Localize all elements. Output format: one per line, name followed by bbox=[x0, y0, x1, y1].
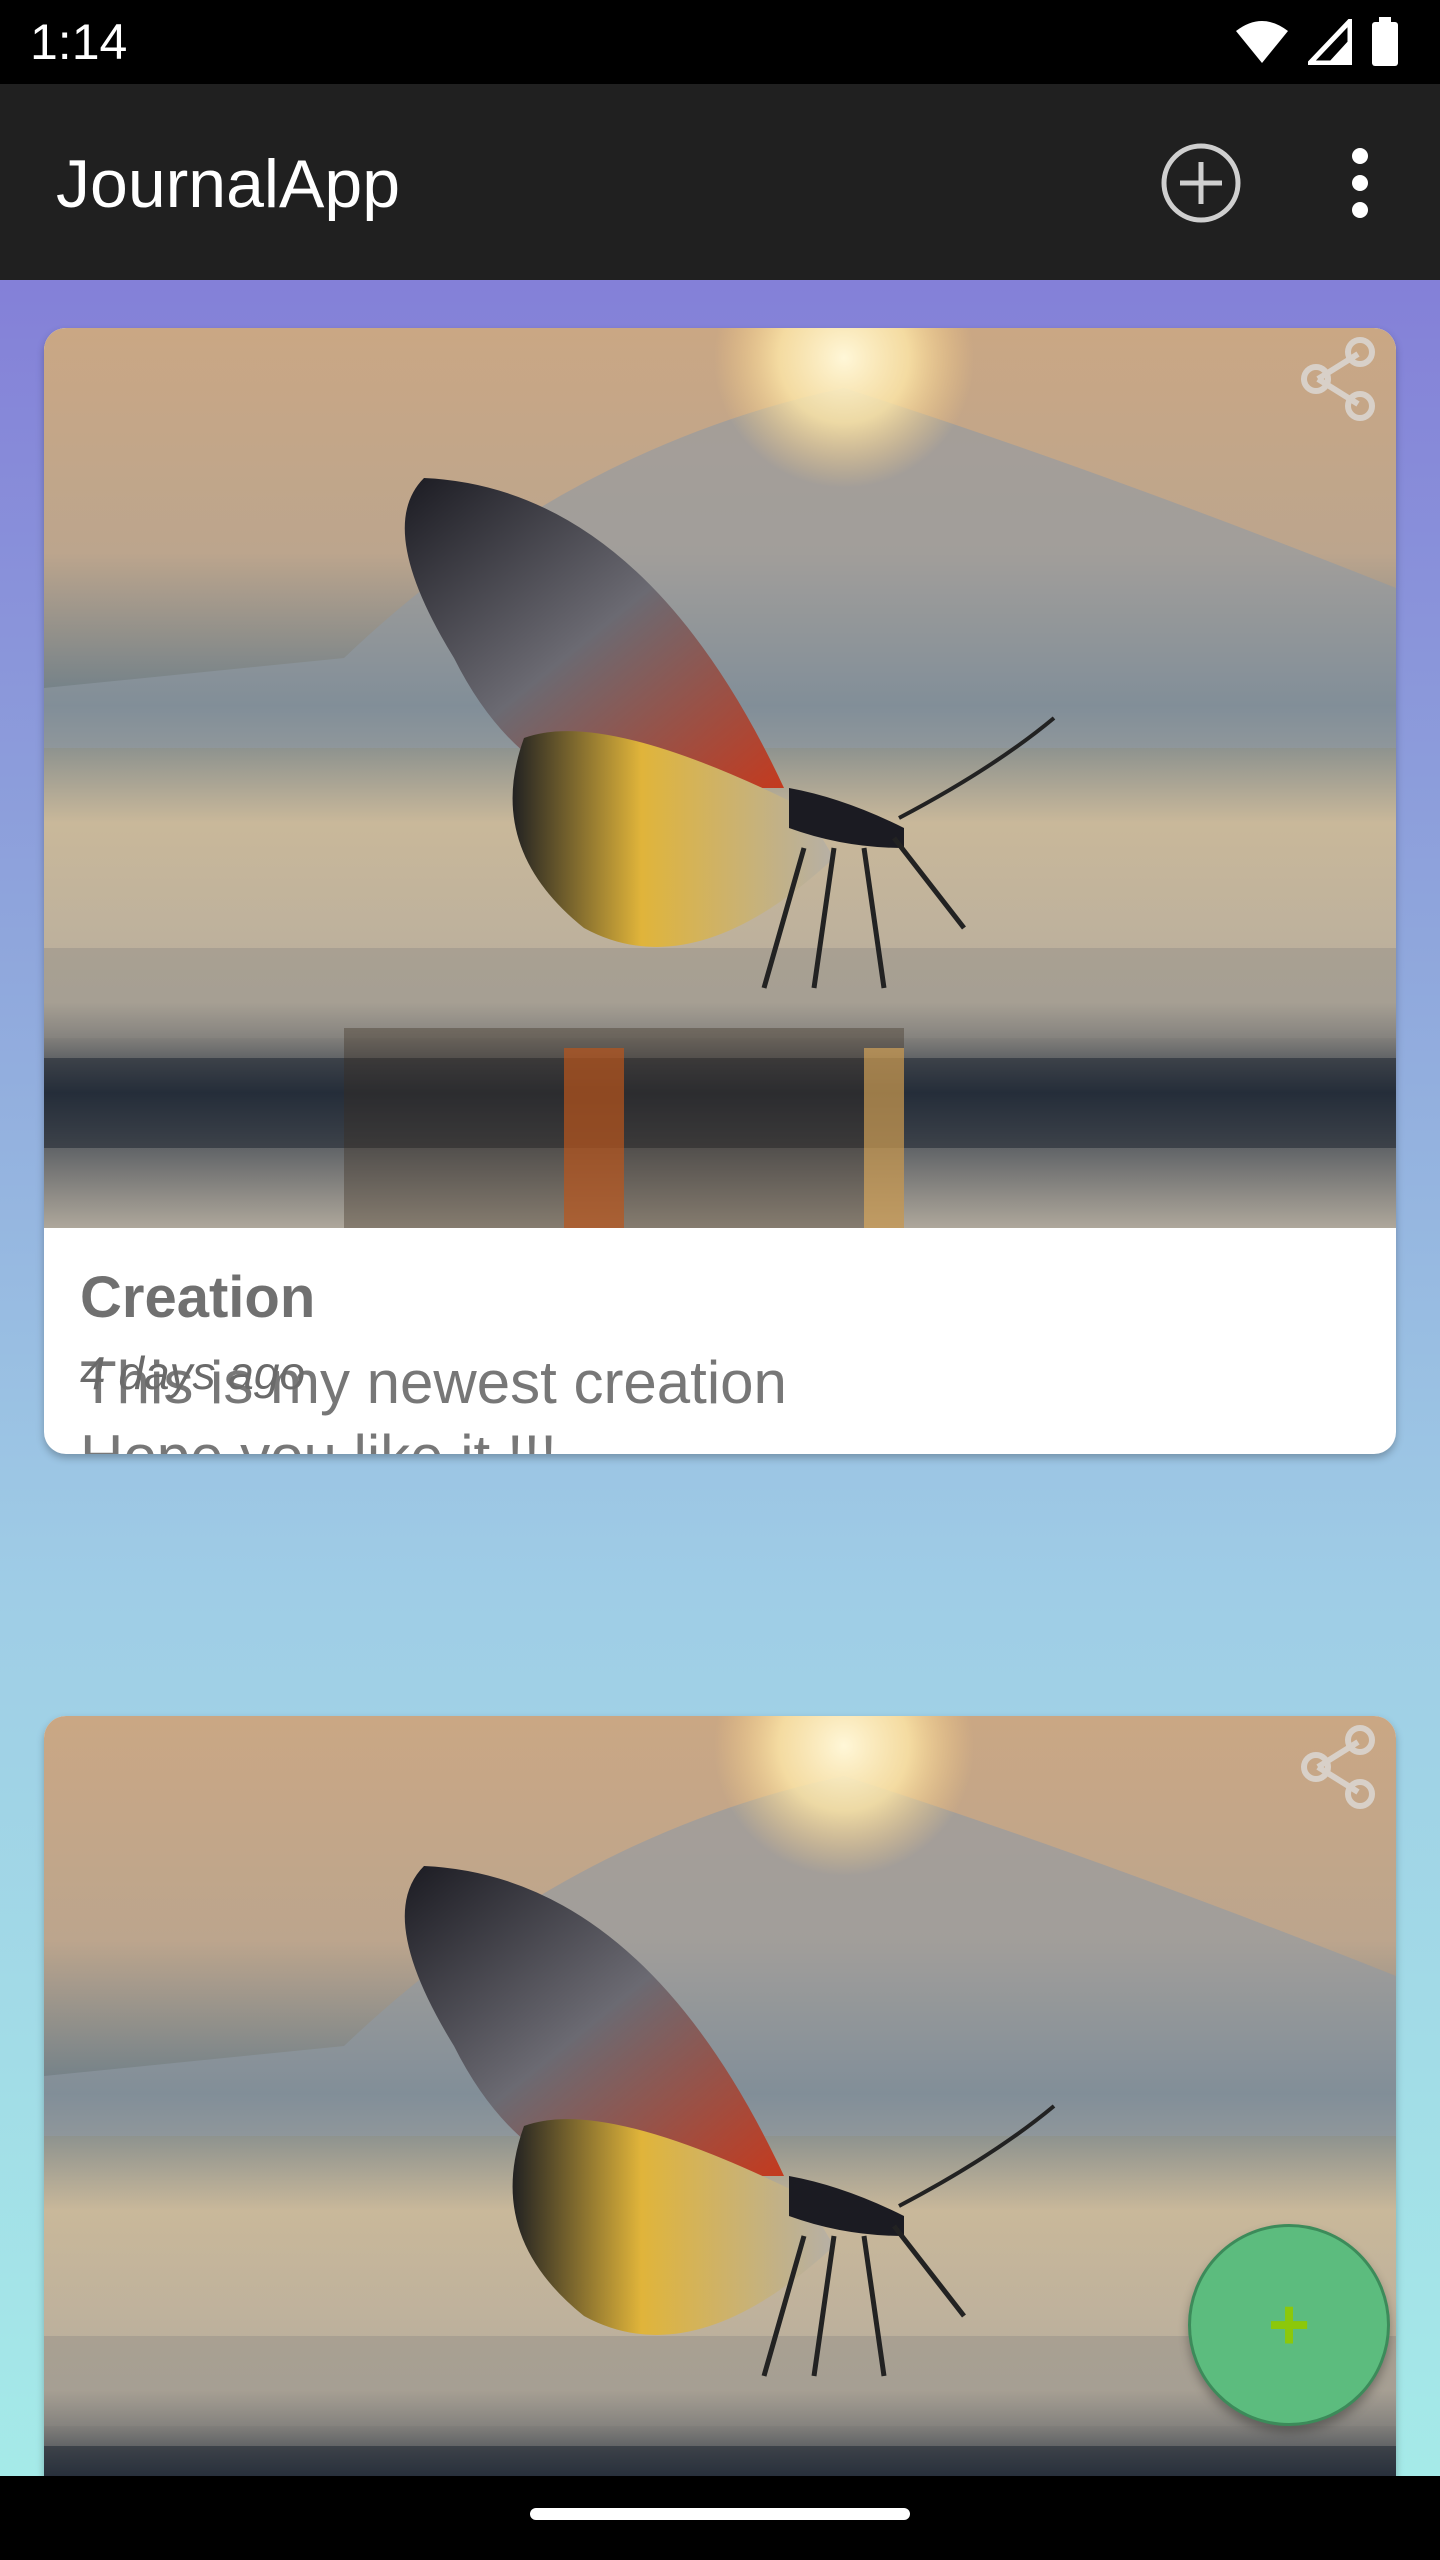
butterfly-sunset-image bbox=[44, 328, 1396, 1228]
more-vert-icon bbox=[1352, 148, 1368, 218]
share-button[interactable] bbox=[1294, 334, 1384, 424]
status-time: 1:14 bbox=[30, 14, 128, 70]
home-gesture-handle[interactable] bbox=[530, 2508, 910, 2520]
wifi-icon bbox=[1236, 21, 1288, 63]
journal-card[interactable] bbox=[44, 1716, 1396, 2476]
plus-icon: + bbox=[1267, 2285, 1311, 2365]
card-body: Creation This is my newest creation Hope… bbox=[44, 1228, 1396, 1454]
journal-card[interactable]: Creation This is my newest creation Hope… bbox=[44, 328, 1396, 1454]
status-bar: 1:14 bbox=[0, 0, 1440, 84]
app-bar: JournalApp bbox=[0, 84, 1440, 280]
navigation-bar bbox=[0, 2476, 1440, 2560]
app-title: JournalApp bbox=[56, 146, 401, 222]
add-entry-button[interactable] bbox=[1160, 142, 1242, 224]
battery-icon bbox=[1372, 17, 1398, 66]
signal-icon bbox=[1308, 19, 1352, 65]
add-circle-icon bbox=[1161, 143, 1241, 223]
share-icon bbox=[1301, 1725, 1375, 1809]
share-icon bbox=[1301, 337, 1375, 421]
status-icons bbox=[1234, 14, 1400, 70]
share-button[interactable] bbox=[1294, 1722, 1384, 1812]
entry-date: 4 days ago bbox=[80, 1347, 306, 1399]
journal-feed[interactable]: Creation This is my newest creation Hope… bbox=[0, 280, 1440, 2476]
butterfly-sunset-image bbox=[44, 1716, 1396, 2476]
more-options-button[interactable] bbox=[1330, 142, 1390, 224]
entry-title: Creation bbox=[80, 1265, 316, 1330]
add-entry-fab[interactable]: + bbox=[1188, 2224, 1390, 2426]
